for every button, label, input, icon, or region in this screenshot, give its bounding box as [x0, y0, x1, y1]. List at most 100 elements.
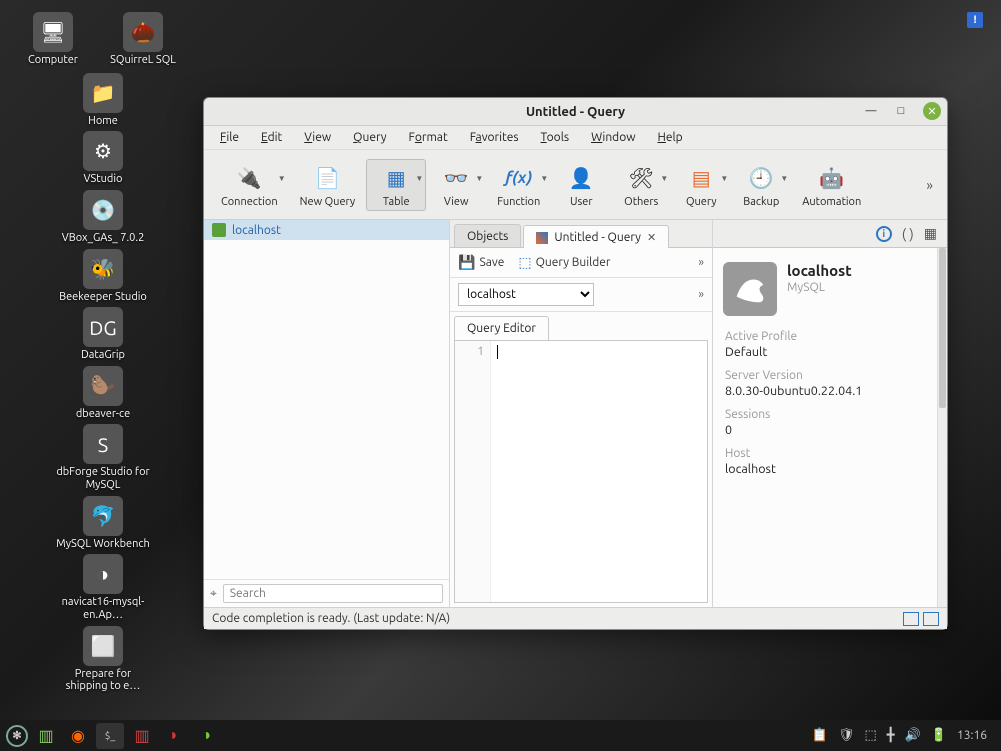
connsel-more-icon[interactable]: »: [698, 288, 704, 301]
desktop-icon-home[interactable]: 📁Home: [53, 73, 153, 128]
toolbar-connection-button[interactable]: 🔌Connection▼: [210, 159, 289, 211]
menu-format[interactable]: Format: [399, 129, 458, 146]
menu-view[interactable]: View: [294, 129, 341, 146]
connection-node-localhost[interactable]: localhost: [204, 220, 449, 240]
info-icon[interactable]: i: [876, 226, 892, 242]
terminal-launcher[interactable]: $_: [96, 723, 124, 749]
tab-label: Untitled - Query: [554, 231, 641, 244]
connection-tree-pane: localhost ⌖: [204, 220, 450, 607]
new-query-icon: 📄: [313, 164, 341, 192]
desktop-icon-vstudio[interactable]: ⚙VStudio: [53, 131, 153, 186]
tray-disk-icon[interactable]: ⬚: [864, 728, 876, 743]
tab-untitled-query[interactable]: Untitled - Query ✕: [523, 225, 669, 248]
database-icon: [212, 223, 226, 237]
save-icon: 💾: [458, 254, 475, 271]
tray-battery-icon[interactable]: 🔋: [931, 728, 947, 743]
mysql-icon: [723, 262, 777, 316]
tray-clipboard-icon[interactable]: 📋: [812, 728, 828, 743]
desktop-icon-dbforge-studio-for-m[interactable]: SdbForge Studio for MySQL: [53, 424, 153, 491]
toolbar-new-query-button[interactable]: 📄 New Query: [289, 159, 367, 211]
files2-launcher[interactable]: ▥: [128, 723, 156, 749]
connection-selector[interactable]: localhost: [458, 283, 594, 306]
maximize-button[interactable]: □: [893, 103, 909, 119]
tray-shield-icon[interactable]: 🛡: [838, 728, 855, 743]
menu-query[interactable]: Query: [343, 129, 396, 146]
backup-icon: 🕘: [747, 164, 775, 192]
close-button[interactable]: ✕: [923, 102, 941, 120]
toolbar-view-button[interactable]: 👓View▼: [426, 159, 486, 211]
subbar-more-icon[interactable]: »: [698, 256, 704, 269]
app-icon: 🦫: [83, 366, 123, 406]
sql-editor[interactable]: 1: [454, 340, 708, 603]
toolbar-backup-button[interactable]: 🕘Backup▼: [731, 159, 791, 211]
layout-toggle-left[interactable]: [903, 612, 919, 626]
icon-label: Beekeeper Studio: [53, 291, 153, 304]
window-title: Untitled - Query: [526, 105, 625, 119]
files-launcher[interactable]: ▥: [32, 723, 60, 749]
tray-volume-icon[interactable]: 🔊: [905, 728, 921, 743]
toolbar-label: Table: [383, 196, 410, 208]
menu-tools[interactable]: Tools: [531, 129, 580, 146]
notification-badge[interactable]: !: [967, 12, 983, 28]
toolbar-automation-button[interactable]: 🤖Automation: [791, 159, 872, 211]
menu-window[interactable]: Window: [581, 129, 645, 146]
query-icon: ▤: [687, 164, 715, 192]
menu-help[interactable]: Help: [648, 129, 693, 146]
status-text: Code completion is ready. (Last update: …: [212, 612, 450, 625]
desktop-icon-vbox-gas-7-0-2[interactable]: 💿 VBox_GAs_ 7.0.2: [53, 190, 153, 245]
grid-icon[interactable]: ▦: [924, 225, 937, 242]
chevron-down-icon: ▼: [660, 174, 668, 183]
desktop-icon-computer[interactable]: 🖥Computer: [8, 12, 98, 67]
desktop-icon-mysql-workbench[interactable]: 🐬MySQL Workbench: [53, 496, 153, 551]
desktop-icon-prepare-for-shipping[interactable]: ⬜Prepare for shipping to e…: [53, 626, 153, 693]
toolbar-query-button[interactable]: ▤Query▼: [671, 159, 731, 211]
toolbar-overflow-icon[interactable]: »: [918, 177, 941, 193]
toolbar-user-button[interactable]: 👤User: [551, 159, 611, 211]
desktop-icon-beekeeper-studio[interactable]: 🐝Beekeeper Studio: [53, 249, 153, 304]
firefox-launcher[interactable]: ◉: [64, 723, 92, 749]
menu-favorites[interactable]: Favorites: [460, 129, 529, 146]
connection-icon: 🔌: [235, 164, 263, 192]
toolbar-others-button[interactable]: 🛠Others▼: [611, 159, 671, 211]
start-menu-button[interactable]: ✻: [6, 725, 28, 747]
desktop-icon-datagrip[interactable]: DGDataGrip: [53, 307, 153, 362]
app-launcher-1[interactable]: ◗: [160, 723, 188, 749]
tab-objects[interactable]: Objects: [454, 224, 521, 247]
clock[interactable]: 13:16: [957, 729, 987, 742]
connection-selector-row: localhost »: [450, 278, 712, 312]
info-field-server-version: Server Version8.0.30-0ubuntu0.22.04.1: [713, 363, 947, 402]
save-button[interactable]: 💾Save: [458, 254, 504, 271]
toolbar-label: View: [444, 196, 469, 208]
tray-network-icon[interactable]: ╋: [887, 728, 895, 743]
query-tab-icon: [536, 232, 548, 244]
desktop-icon-dbeaver-ce[interactable]: 🦫dbeaver-ce: [53, 366, 153, 421]
layout-toggle-right[interactable]: [923, 612, 939, 626]
desktop-icon-navicat16-mysql-en-a[interactable]: ◑navicat16-mysql-en.Ap…: [53, 554, 153, 621]
desktop-icon-squirrel-sql[interactable]: 🌰SQuirreL SQL: [98, 12, 188, 67]
icon-label: VBox_GAs_ 7.0.2: [53, 232, 153, 245]
icon-label: Home: [53, 115, 153, 128]
info-field-sessions: Sessions0: [713, 402, 947, 441]
info-pane-toolbar: i ( ) ▦: [713, 220, 947, 248]
query-builder-button[interactable]: ⬚Query Builder: [518, 254, 610, 271]
app-icon: 🐬: [83, 496, 123, 536]
menu-edit[interactable]: Edit: [251, 129, 292, 146]
app-icon: S: [83, 424, 123, 464]
minimize-button[interactable]: —: [863, 103, 879, 119]
info-scrollbar[interactable]: [937, 248, 947, 607]
tree-search-input[interactable]: [223, 584, 443, 603]
code-area[interactable]: [491, 341, 707, 602]
navicat-task[interactable]: ◑: [192, 723, 220, 749]
icon-label: SQuirreL SQL: [98, 54, 188, 67]
menu-file[interactable]: File: [210, 129, 249, 146]
toolbar-function-button[interactable]: ƒ(x)Function▼: [486, 159, 551, 211]
toolbar-label: New Query: [300, 196, 356, 208]
settings-icon[interactable]: ⌖: [210, 587, 217, 601]
query-editor-tab[interactable]: Query Editor: [454, 316, 549, 340]
automation-icon: 🤖: [818, 164, 846, 192]
app-icon: 💿: [83, 190, 123, 230]
toolbar-table-button[interactable]: ▦Table▼: [366, 159, 426, 211]
close-tab-icon[interactable]: ✕: [647, 231, 656, 244]
brackets-icon[interactable]: ( ): [902, 226, 914, 242]
toolbar-label: Connection: [221, 196, 278, 208]
